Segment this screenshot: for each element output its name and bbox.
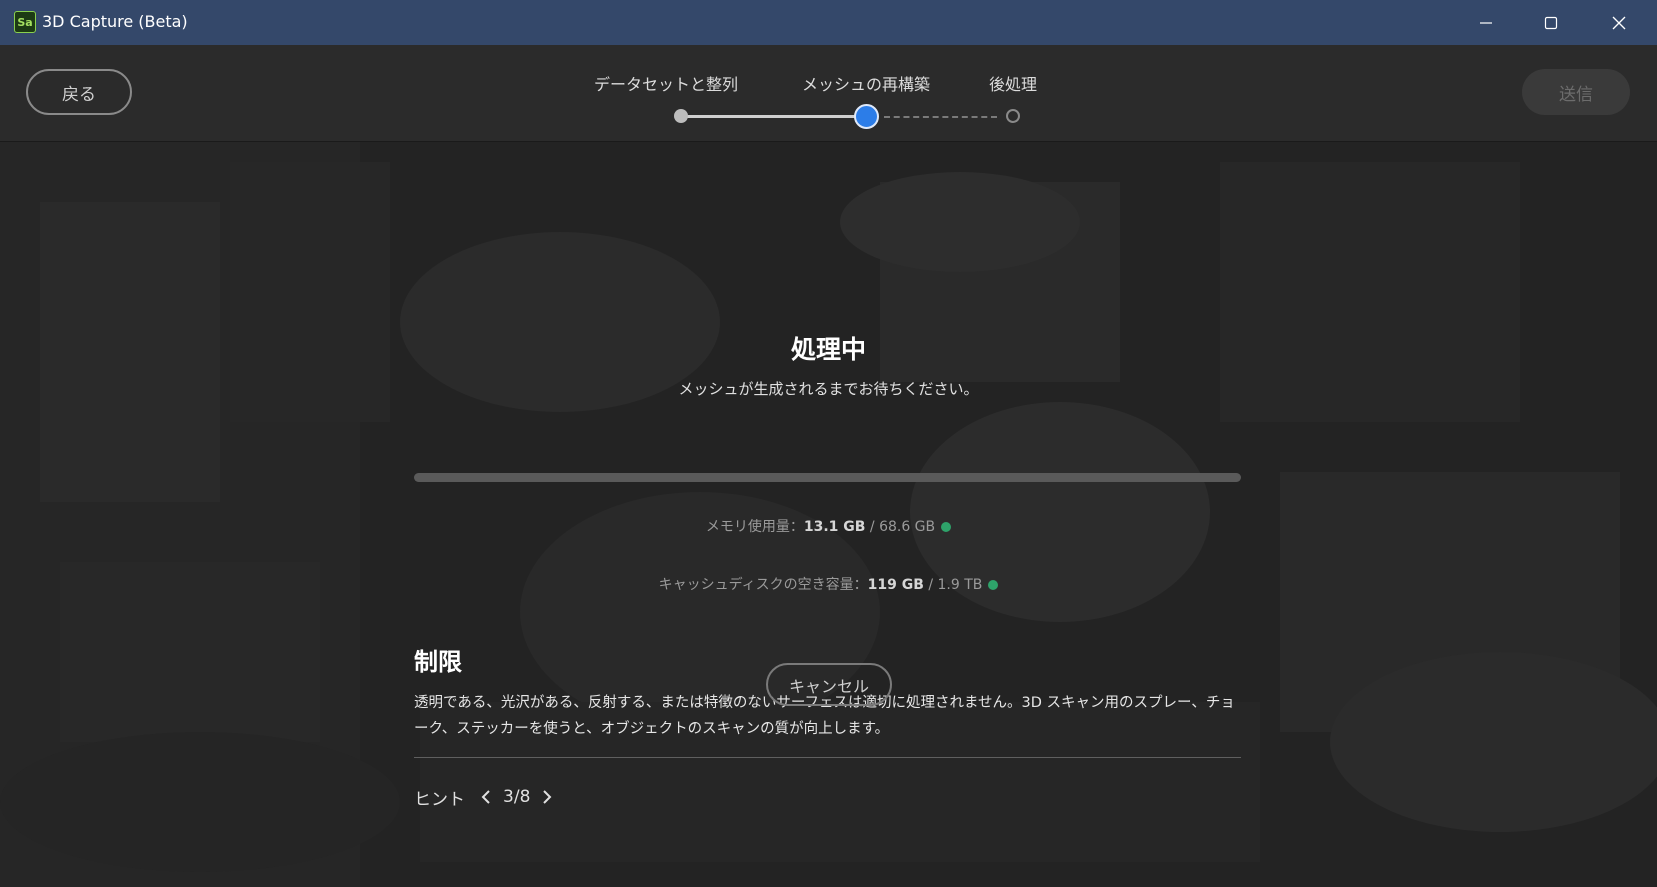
step-connector-completed — [687, 115, 855, 118]
processing-title: 処理中 — [790, 335, 866, 364]
app-logo-icon: Sa — [14, 11, 36, 33]
maximize-button[interactable] — [1517, 0, 1585, 45]
progress-bar — [414, 473, 1241, 482]
hint-title: 制限 — [414, 648, 462, 676]
hint-counter: 3 / 8 — [503, 787, 530, 807]
app-window: Sa 3D Capture (Beta) 戻る データセットと整列 メッシュの再… — [0, 0, 1657, 887]
back-button[interactable]: 戻る — [26, 69, 132, 115]
memory-total-value: 68.6 GB — [879, 519, 936, 535]
send-button[interactable]: 送信 — [1522, 69, 1630, 115]
memory-separator: / — [865, 519, 880, 535]
cache-disk-status-dot — [988, 580, 999, 590]
processing-panel: 処理中 メッシュが生成されるまでお待ちください。 メモリ使用量：13.1 GB … — [0, 142, 1657, 887]
background-preview-image — [0, 142, 1657, 887]
memory-status-dot — [941, 522, 952, 532]
memory-used-value: 13.1 GB — [803, 519, 866, 535]
step-connector-pending — [884, 116, 997, 118]
step-label-mesh-reconstruction[interactable]: メッシュの再構築 — [802, 71, 930, 95]
memory-usage-label: メモリ使用量： — [705, 519, 804, 535]
cache-disk-free-value: 119 GB — [867, 577, 924, 593]
minimize-button[interactable] — [1452, 0, 1520, 45]
hint-navigation: ヒント 3 / 8 — [414, 782, 556, 812]
close-button[interactable] — [1585, 0, 1653, 45]
step-label-post-processing[interactable]: 後処理 — [989, 71, 1037, 95]
cache-disk-total-value: 1.9 TB — [937, 577, 983, 593]
step-indicator-done[interactable] — [674, 109, 688, 123]
hint-total: 8 — [519, 787, 531, 807]
memory-usage-stat: メモリ使用量：13.1 GB / 68.6 GB — [0, 516, 1657, 536]
minimize-icon — [1480, 21, 1492, 24]
cache-disk-separator: / — [923, 577, 938, 593]
step-label-dataset-alignment[interactable]: データセットと整列 — [594, 71, 738, 95]
hint-nav-label: ヒント — [414, 789, 465, 810]
maximize-icon — [1544, 16, 1558, 29]
window-title: 3D Capture (Beta) — [42, 12, 188, 31]
processing-subtitle: メッシュが生成されるまでお待ちください。 — [678, 380, 979, 398]
cache-disk-label: キャッシュディスクの空き容量： — [658, 577, 868, 593]
previous-hint-button[interactable] — [477, 785, 495, 809]
title-bar[interactable]: Sa 3D Capture (Beta) — [0, 0, 1657, 45]
hint-current: 3 — [503, 787, 514, 807]
chevron-left-icon — [481, 790, 490, 804]
hint-divider — [414, 757, 1241, 758]
cancel-button[interactable]: キャンセル — [766, 663, 892, 706]
step-indicator-current[interactable] — [854, 104, 879, 129]
chevron-right-icon — [543, 790, 552, 804]
step-indicator-pending[interactable] — [1006, 109, 1020, 123]
workflow-toolbar: 戻る データセットと整列 メッシュの再構築 後処理 送信 — [0, 45, 1657, 142]
close-icon — [1612, 16, 1626, 29]
cache-disk-stat: キャッシュディスクの空き容量：119 GB / 1.9 TB — [0, 574, 1657, 594]
next-hint-button[interactable] — [538, 785, 556, 809]
